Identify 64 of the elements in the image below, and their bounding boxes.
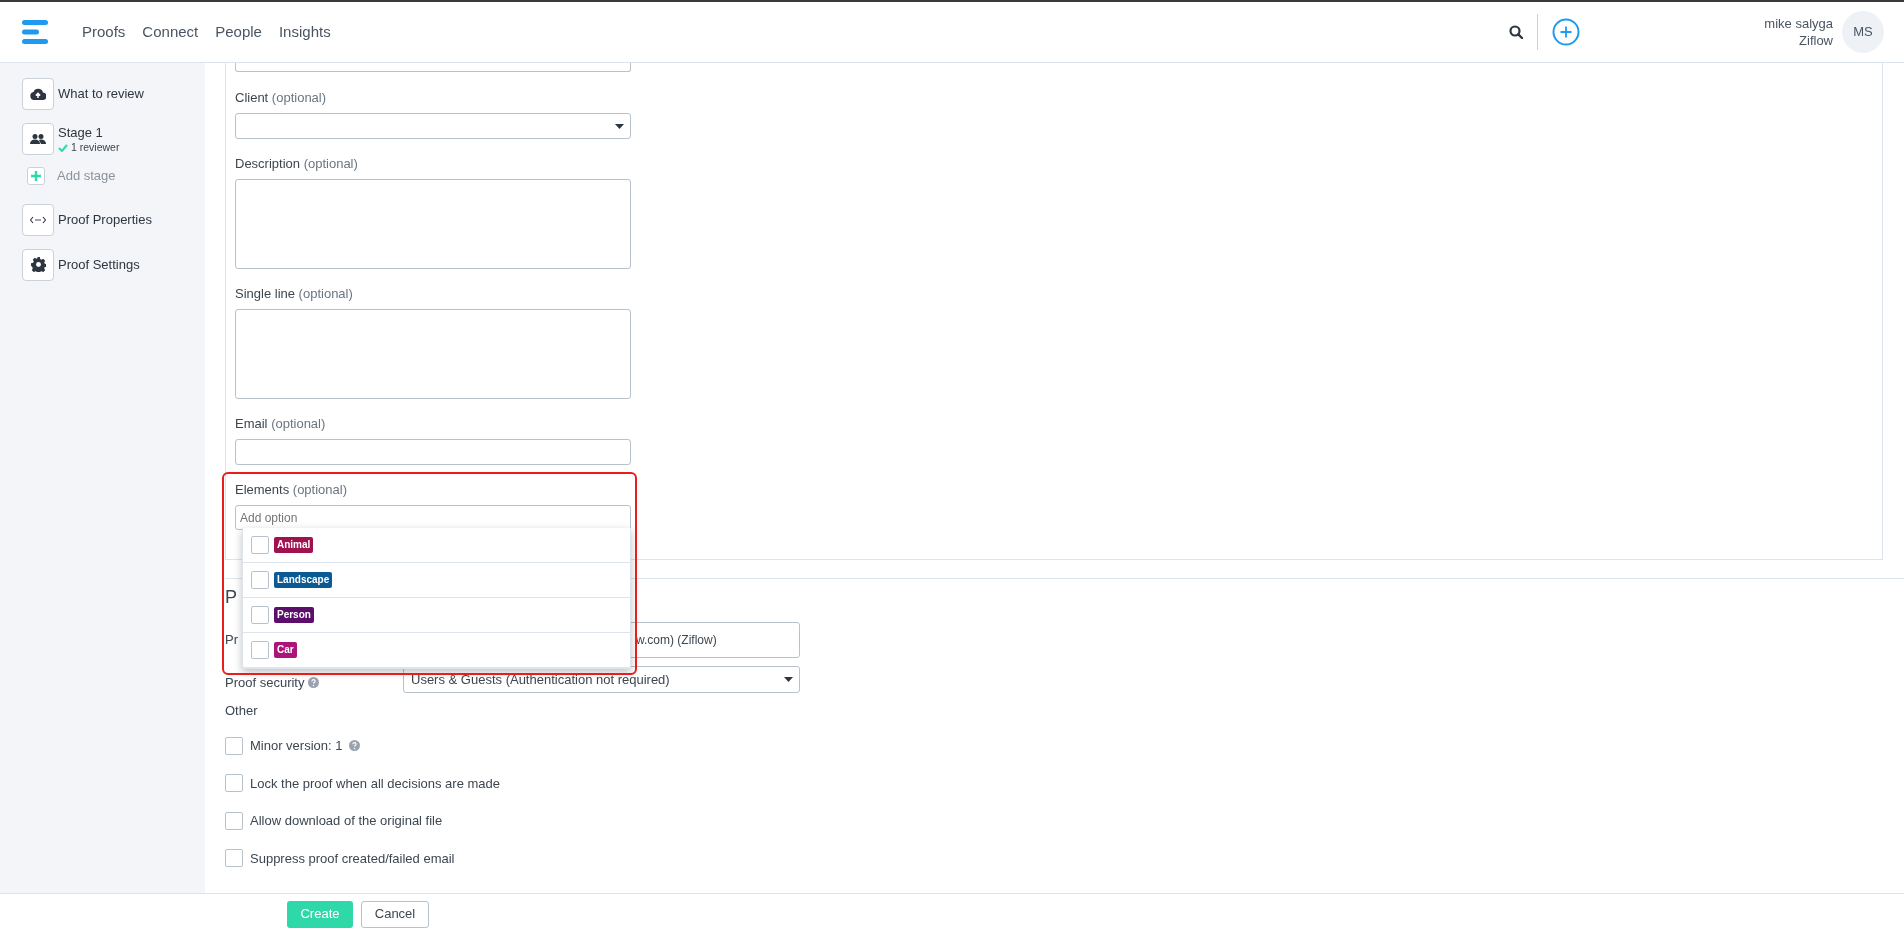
option-row[interactable]: Person	[243, 598, 630, 633]
search-field[interactable]: Add option	[235, 505, 631, 530]
caret-icon	[784, 677, 793, 682]
option-label: Allow download of the original file	[250, 812, 443, 830]
text-field[interactable]	[235, 63, 631, 72]
field-label: Client (optional)	[235, 90, 328, 106]
tag-label: Person	[274, 607, 314, 623]
step-label[interactable]: What to review	[58, 86, 144, 102]
text-field[interactable]	[235, 439, 631, 465]
step-button[interactable]	[22, 123, 54, 155]
field-label: Description (optional)	[235, 156, 359, 172]
checkbox[interactable]	[225, 774, 243, 793]
field-label: Pr	[225, 632, 238, 648]
text-area[interactable]	[235, 179, 631, 269]
checkbox[interactable]	[251, 641, 269, 659]
help-icon[interactable]	[308, 677, 320, 688]
option-row[interactable]: Car	[243, 633, 630, 668]
caret-icon	[615, 123, 624, 129]
nav-link[interactable]: Connect	[142, 20, 199, 44]
logo-icon[interactable]	[22, 20, 48, 44]
checkbox[interactable]	[251, 571, 269, 589]
option-label: Suppress proof created/failed email	[250, 849, 455, 868]
user-avatar[interactable]: MS	[1842, 11, 1884, 53]
check-icon	[58, 143, 68, 152]
option-label: Lock the proof when all decisions are made	[250, 774, 501, 793]
field-label: Proof security	[225, 673, 305, 692]
checkbox[interactable]	[225, 736, 243, 755]
nav-link[interactable]: Proofs	[82, 20, 126, 44]
step-button[interactable]	[22, 78, 54, 110]
section-heading: P	[225, 586, 237, 609]
tag-label: Animal	[274, 537, 314, 553]
code-icon	[30, 215, 46, 224]
organization-name: Ziflow	[1798, 32, 1833, 49]
people-icon	[30, 134, 46, 144]
step-label[interactable]: Proof Settings	[58, 256, 140, 273]
checkbox[interactable]	[225, 811, 243, 830]
reviewer-count: 1 reviewer	[71, 141, 120, 154]
checkbox[interactable]	[225, 849, 243, 868]
help-icon[interactable]	[349, 740, 361, 752]
settings-icon	[30, 257, 46, 272]
user-name: mike salyga	[1764, 15, 1833, 32]
nav-link[interactable]: People	[215, 20, 262, 44]
tag-label: Car	[274, 642, 297, 658]
option-row[interactable]: Landscape	[243, 563, 630, 598]
step-label[interactable]: Stage 1	[58, 125, 120, 141]
field-label: Single line (optional)	[235, 286, 354, 302]
option-row[interactable]: Animal	[243, 528, 630, 563]
add-icon[interactable]	[1552, 18, 1581, 46]
dropdown-field[interactable]	[235, 113, 631, 139]
step-button[interactable]	[22, 248, 54, 281]
search-icon[interactable]	[1509, 25, 1524, 39]
option-label: Minor version: 1	[250, 737, 343, 755]
add-stage-icon[interactable]	[27, 166, 45, 185]
text-area[interactable]	[235, 309, 631, 399]
cancel-button[interactable]: Cancel	[361, 900, 429, 928]
step-label[interactable]: Proof Properties	[58, 211, 152, 228]
field-label: Elements (optional)	[235, 482, 348, 498]
nav-link[interactable]: Insights	[278, 20, 331, 44]
section-heading: Other	[225, 703, 259, 719]
field-label: Email (optional)	[235, 416, 327, 432]
cloud-upload-icon	[30, 88, 46, 100]
tag-label: Landscape	[274, 572, 333, 588]
checkbox[interactable]	[251, 606, 269, 624]
checkbox[interactable]	[251, 536, 269, 554]
